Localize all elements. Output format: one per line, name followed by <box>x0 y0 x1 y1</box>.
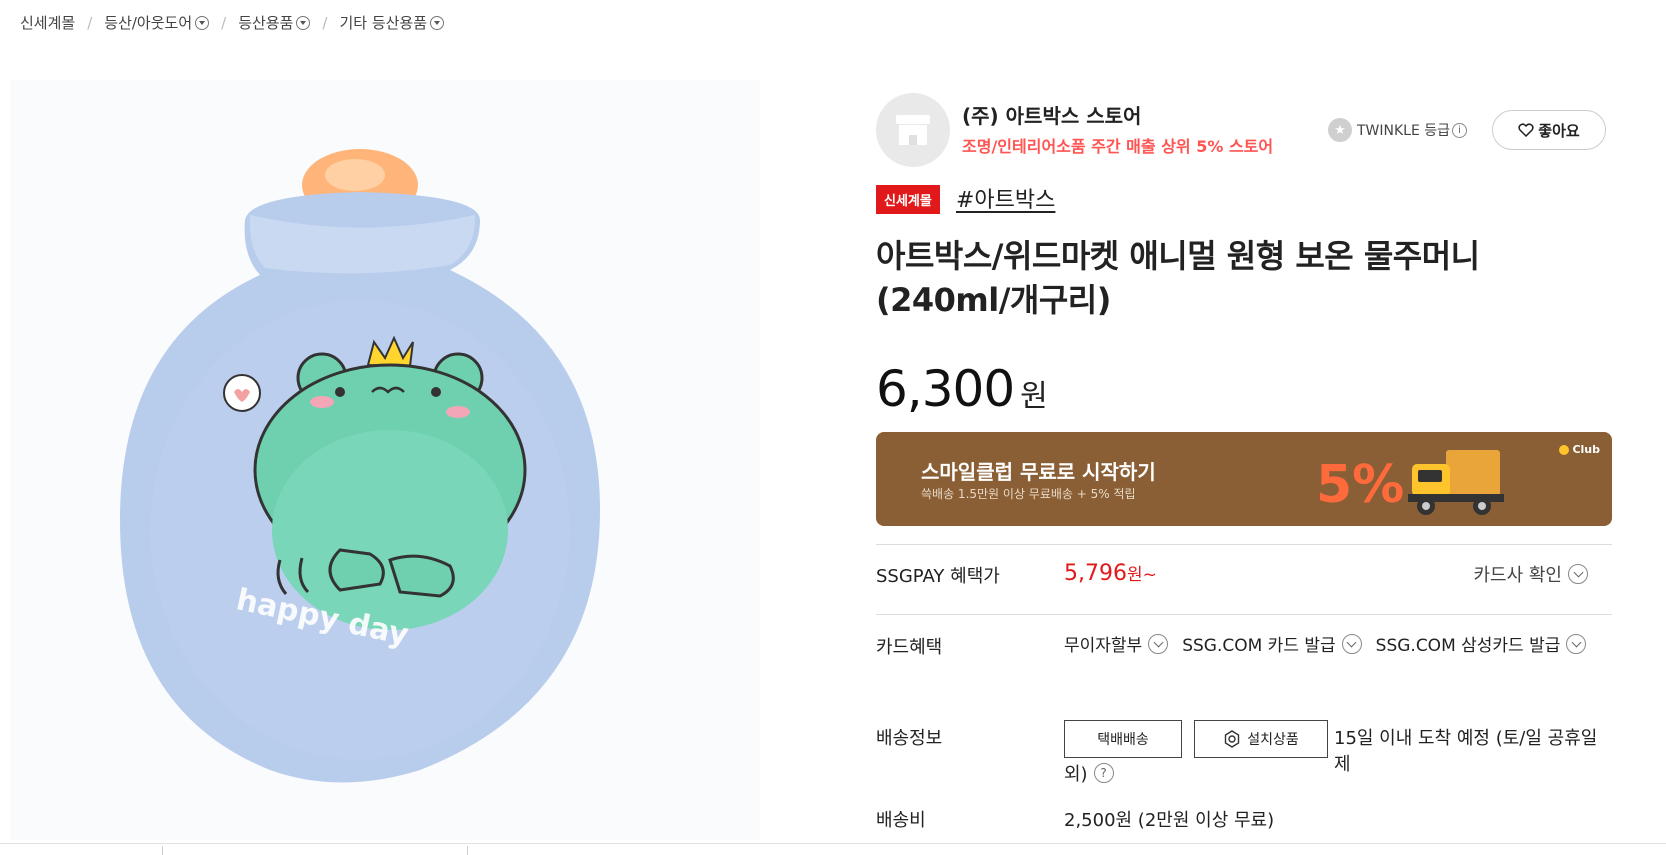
card-benefit-text: SSG.COM 삼성카드 발급 <box>1375 636 1561 656</box>
shipping-label: 배송정보 <box>876 728 943 749</box>
breadcrumb-separator: / <box>322 13 328 32</box>
parcel-delivery-button[interactable]: 택배배송 <box>1064 720 1182 758</box>
product-title: 아트박스/위드마켓 애니멀 원형 보온 물주머니(240ml/개구리) <box>876 237 1480 319</box>
breadcrumb-label: 신세계몰 <box>20 14 76 32</box>
shipping-eta-continued: 외) ? <box>1064 760 1114 786</box>
smile-club-banner[interactable]: 스마일클럽 무료로 시작하기 쓱배송 1.5만원 이상 무료배송 + 5% 적립… <box>876 432 1612 526</box>
card-benefit-samsung-card[interactable]: SSG.COM 삼성카드 발급 <box>1376 631 1587 656</box>
product-price: 6,300 원 <box>876 360 1048 418</box>
breadcrumb-item-outdoor[interactable]: 등산/아웃도어 <box>104 12 210 33</box>
card-benefit-list: 무이자할부 SSG.COM 카드 발급 SSG.COM 삼성카드 발급 <box>1064 631 1600 656</box>
grade-label: TWINKLE 등급 <box>1357 123 1451 139</box>
chevron-down-icon <box>1566 633 1587 654</box>
store-logo-icon[interactable] <box>876 93 950 167</box>
help-icon[interactable]: ? <box>1093 763 1114 783</box>
frog-hot-water-bag-image: happy day <box>120 149 600 783</box>
mall-badge: 신세계몰 <box>876 185 940 214</box>
store-ranking-text: 조명/인테리어소품 주간 매출 상위 5% 스토어 <box>962 137 1274 156</box>
store-grade[interactable]: ★ TWINKLE 등급 i <box>1328 118 1468 142</box>
card-check-label: 카드사 확인 <box>1473 565 1562 586</box>
shipping-fee-value: 2,500원 (2만원 이상 무료) <box>1064 810 1275 831</box>
divider <box>467 846 468 855</box>
shipping-eta-text: 외) <box>1064 764 1088 785</box>
ssgpay-price-value: 5,796 <box>1064 561 1127 586</box>
install-product-label: 설치상품 <box>1247 732 1299 748</box>
percent-text: 5% <box>1316 455 1404 515</box>
shipping-fee-label: 배송비 <box>876 810 926 831</box>
store-name[interactable]: (주) 아트박스 스토어 <box>962 100 1141 129</box>
card-benefit-text: SSG.COM 카드 발급 <box>1182 636 1336 656</box>
delivery-truck-icon: 5% <box>1316 450 1504 515</box>
like-label: 좋아요 <box>1538 121 1580 140</box>
breadcrumb: 신세계몰 / 등산/아웃도어 / 등산용품 / 기타 등산용품 <box>20 12 445 33</box>
card-benefit-ssg-card[interactable]: SSG.COM 카드 발급 <box>1182 631 1362 656</box>
price-value: 6,300 <box>876 360 1015 418</box>
ssgpay-price: 5,796원~ <box>1064 560 1157 586</box>
breadcrumb-separator: / <box>221 13 227 32</box>
gear-icon <box>1225 730 1240 748</box>
smile-club-title: 스마일클럽 무료로 시작하기 <box>921 460 1156 484</box>
ssgpay-label: SSGPAY 혜택가 <box>876 566 1000 587</box>
heart-icon <box>1518 123 1534 137</box>
divider <box>162 846 163 855</box>
store-icon <box>896 115 930 145</box>
club-badge: Club <box>1559 443 1600 456</box>
breadcrumb-item-other-hiking[interactable]: 기타 등산용품 <box>339 12 445 33</box>
card-benefit-interest-free[interactable]: 무이자할부 <box>1064 631 1169 656</box>
ssgpay-price-suffix: 원~ <box>1126 565 1157 585</box>
smile-club-subtitle: 쓱배송 1.5만원 이상 무료배송 + 5% 적립 <box>921 487 1136 501</box>
breadcrumb-item-hiking-goods[interactable]: 등산용품 <box>238 12 311 33</box>
product-image[interactable]: happy day <box>10 80 760 840</box>
info-icon[interactable]: i <box>1452 122 1468 138</box>
card-benefit-label: 카드혜택 <box>876 637 943 658</box>
breadcrumb-label: 등산/아웃도어 <box>104 14 193 32</box>
price-currency: 원 <box>1020 379 1048 414</box>
divider <box>876 544 1612 545</box>
parcel-delivery-label: 택배배송 <box>1097 732 1149 748</box>
install-product-button[interactable]: 설치상품 <box>1194 720 1328 758</box>
chevron-down-icon <box>1148 633 1169 654</box>
shipping-eta: 15일 이내 도착 예정 (토/일 공휴일 제 <box>1334 728 1598 775</box>
chevron-down-icon[interactable] <box>296 15 311 30</box>
card-benefit-text: 무이자할부 <box>1064 636 1143 656</box>
chevron-down-icon[interactable] <box>430 15 445 30</box>
star-grade-icon: ★ <box>1328 118 1352 142</box>
divider <box>876 614 1612 615</box>
chevron-down-icon[interactable] <box>195 15 210 30</box>
breadcrumb-separator: / <box>87 13 93 32</box>
like-button[interactable]: 좋아요 <box>1492 110 1606 150</box>
card-check-toggle[interactable]: 카드사 확인 <box>1473 561 1588 587</box>
breadcrumb-item-shinsegae[interactable]: 신세계몰 <box>20 12 75 33</box>
chevron-down-icon <box>1568 564 1588 584</box>
breadcrumb-label: 기타 등산용품 <box>339 14 428 32</box>
brand-hashtag[interactable]: #아트박스 <box>956 182 1055 214</box>
bottom-tab-bar <box>0 843 1666 855</box>
breadcrumb-label: 등산용품 <box>238 14 294 32</box>
chevron-down-icon <box>1341 633 1362 654</box>
